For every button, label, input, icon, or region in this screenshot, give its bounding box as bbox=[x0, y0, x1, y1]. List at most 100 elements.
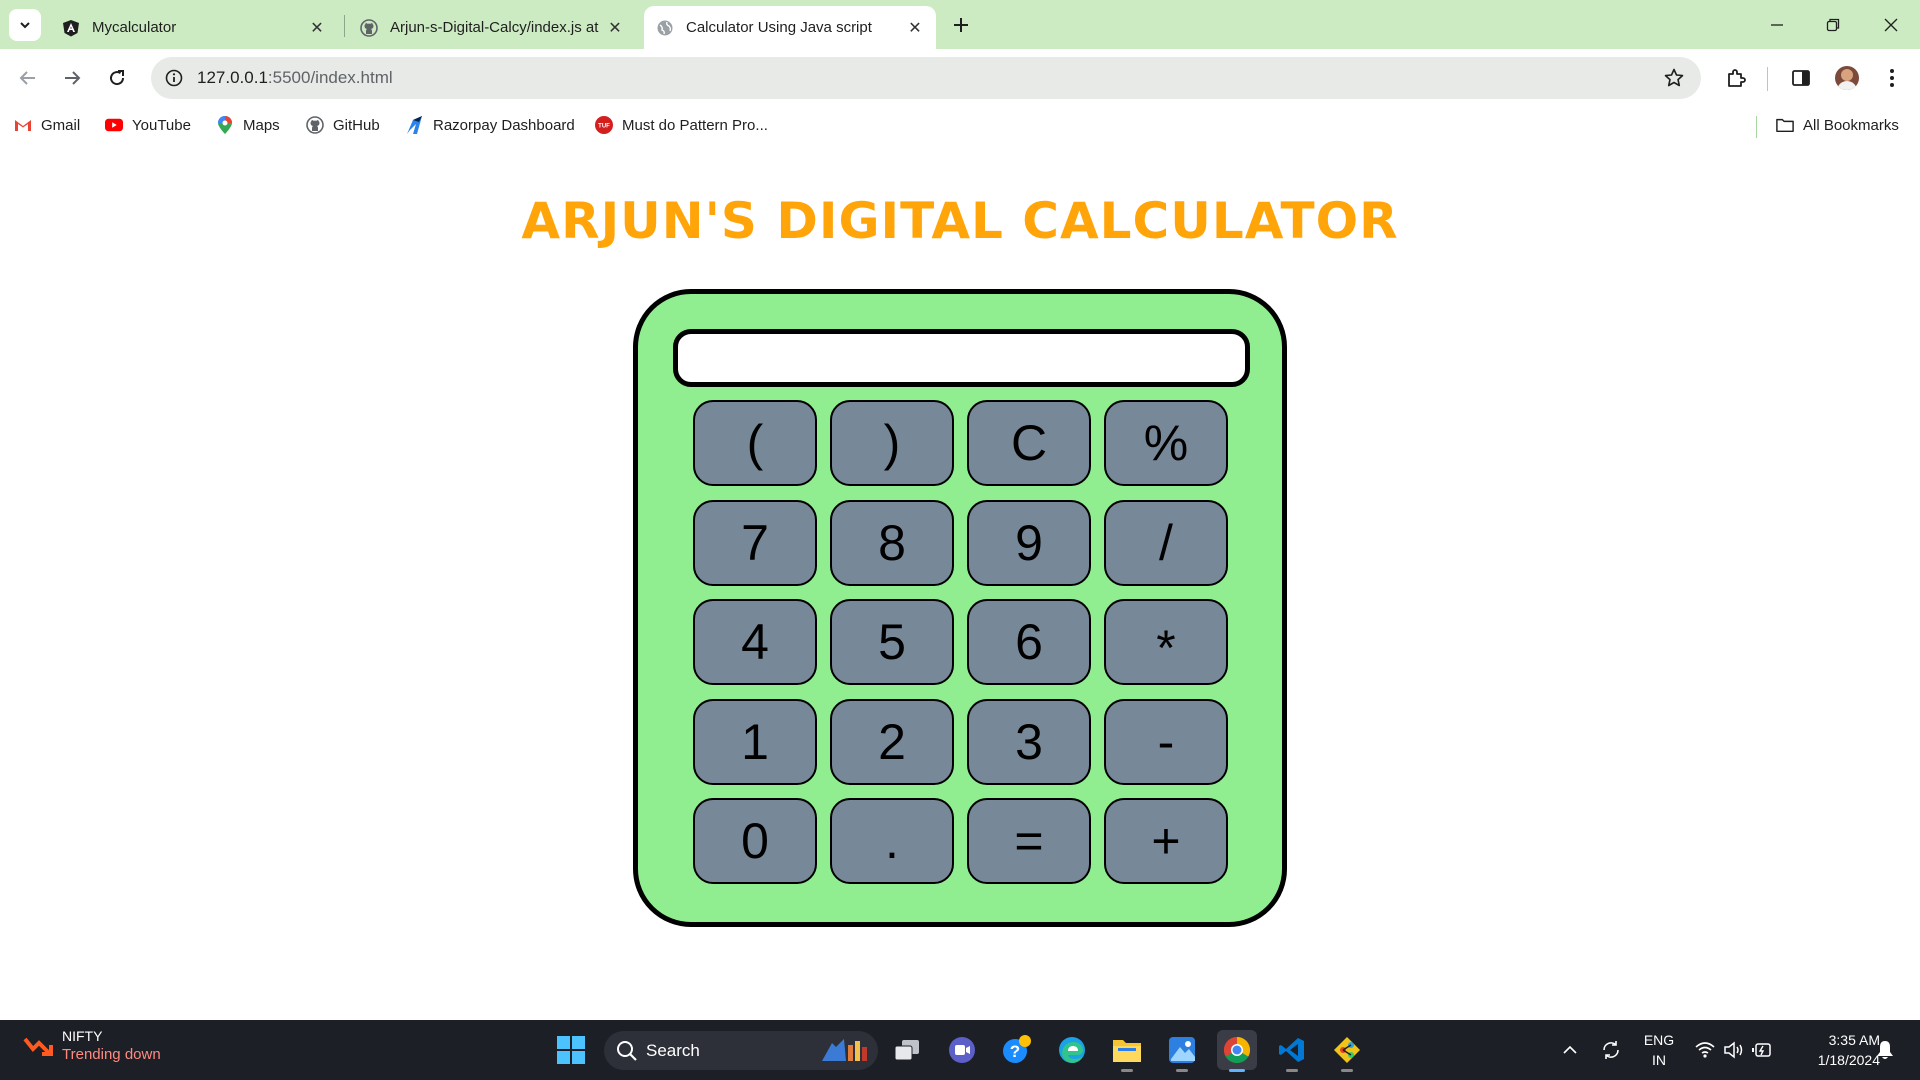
key-digit-8-button[interactable]: 8 bbox=[830, 499, 954, 586]
photos-button[interactable] bbox=[1162, 1030, 1202, 1072]
bookmark-star-icon[interactable] bbox=[1661, 65, 1687, 91]
tab-mycalculator[interactable]: Mycalculator ✕ bbox=[50, 6, 338, 49]
avatar bbox=[1835, 66, 1859, 90]
tab-calculator-js[interactable]: Calculator Using Java script ✕ bbox=[644, 6, 936, 49]
tab-search-button[interactable] bbox=[9, 9, 41, 41]
language-code: ENG bbox=[1643, 1032, 1675, 1048]
key-open-paren-button[interactable]: ( bbox=[693, 400, 817, 486]
more-vert-icon bbox=[1890, 69, 1894, 87]
extensions-button[interactable] bbox=[1720, 62, 1752, 94]
key-close-paren-button[interactable]: ) bbox=[830, 400, 954, 486]
back-button[interactable] bbox=[12, 62, 44, 94]
all-bookmarks-button[interactable]: All Bookmarks bbox=[1776, 114, 1899, 136]
key-divide-button[interactable]: / bbox=[1104, 499, 1228, 586]
clock-date: 1/18/2024 bbox=[1817, 1052, 1880, 1068]
task-view-button[interactable] bbox=[887, 1030, 927, 1070]
folder-icon bbox=[1776, 116, 1794, 134]
bookmark-label: YouTube bbox=[132, 116, 191, 134]
start-button[interactable] bbox=[551, 1030, 591, 1070]
teams-meet-button[interactable] bbox=[942, 1030, 982, 1070]
weather-widget[interactable]: NIFTY Trending down bbox=[22, 1028, 161, 1063]
running-indicator bbox=[1341, 1069, 1353, 1072]
key-digit-9-button[interactable]: 9 bbox=[967, 499, 1091, 586]
bookmark-label: Razorpay Dashboard bbox=[433, 116, 575, 134]
site-info-icon[interactable] bbox=[161, 65, 187, 91]
edge-button[interactable] bbox=[1052, 1030, 1092, 1070]
key-digit-7-button[interactable]: 7 bbox=[693, 499, 817, 586]
language-indicator[interactable]: ENG IN bbox=[1641, 1030, 1677, 1070]
calculator-display[interactable] bbox=[673, 329, 1250, 387]
tab-divider bbox=[344, 15, 345, 37]
forward-button[interactable] bbox=[56, 62, 88, 94]
notifications-button[interactable] bbox=[1873, 1032, 1897, 1068]
clock-time: 3:35 AM bbox=[1828, 1032, 1880, 1048]
photos-icon bbox=[1169, 1037, 1195, 1063]
bookmark-label: GitHub bbox=[333, 116, 380, 134]
key-digit-6-button[interactable]: 6 bbox=[967, 599, 1091, 685]
show-hidden-icons-button[interactable] bbox=[1558, 1032, 1582, 1068]
search-label: Search bbox=[646, 1040, 700, 1060]
github-icon bbox=[306, 116, 324, 134]
reload-button[interactable] bbox=[101, 62, 133, 94]
bookmark-maps[interactable]: Maps bbox=[216, 114, 280, 136]
windows-taskbar: NIFTY Trending down Search ? ENG IN 3:35… bbox=[0, 1020, 1920, 1080]
get-help-button[interactable]: ? bbox=[997, 1030, 1037, 1070]
video-chat-icon bbox=[949, 1037, 975, 1063]
arrow-left-icon bbox=[19, 71, 35, 85]
file-explorer-button[interactable] bbox=[1107, 1030, 1147, 1072]
key-digit-2-button[interactable]: 2 bbox=[830, 698, 954, 785]
gmail-icon bbox=[14, 116, 32, 134]
key-digit-5-button[interactable]: 5 bbox=[830, 599, 954, 685]
minimize-button[interactable] bbox=[1762, 10, 1792, 40]
close-icon[interactable]: ✕ bbox=[308, 19, 326, 37]
key-add-button[interactable]: + bbox=[1104, 798, 1228, 884]
bookmark-label: Must do Pattern Pro... bbox=[622, 116, 768, 134]
chrome-button[interactable] bbox=[1217, 1030, 1257, 1072]
url-text[interactable]: 127.0.0.1:5500/index.html bbox=[197, 68, 393, 88]
key-subtract-button[interactable]: - bbox=[1104, 698, 1228, 785]
bookmarks-bar: Gmail YouTube Maps GitHub Razorpay Dashb… bbox=[0, 108, 1920, 142]
bookmark-razorpay[interactable]: Razorpay Dashboard bbox=[406, 114, 575, 136]
key-digit-3-button[interactable]: 3 bbox=[967, 698, 1091, 785]
minimize-icon bbox=[1771, 24, 1783, 26]
tuf-icon: TUF bbox=[595, 116, 613, 134]
side-panel-icon bbox=[1792, 70, 1810, 86]
key-digit-1-button[interactable]: 1 bbox=[693, 698, 817, 785]
help-icon: ? bbox=[1003, 1035, 1031, 1063]
razorpay-icon bbox=[406, 116, 424, 134]
vscode-button[interactable] bbox=[1272, 1030, 1312, 1072]
bookmark-youtube[interactable]: YouTube bbox=[105, 114, 191, 136]
taskbar-search[interactable]: Search bbox=[604, 1031, 878, 1070]
network-volume-battery-button[interactable] bbox=[1692, 1032, 1776, 1068]
running-indicator bbox=[1176, 1069, 1188, 1072]
running-indicator bbox=[1286, 1069, 1298, 1072]
close-icon[interactable]: ✕ bbox=[906, 19, 924, 37]
git-client-button[interactable] bbox=[1327, 1030, 1367, 1072]
bookmark-gmail[interactable]: Gmail bbox=[14, 114, 80, 136]
key-digit-4-button[interactable]: 4 bbox=[693, 599, 817, 685]
close-icon[interactable]: ✕ bbox=[606, 19, 624, 37]
sync-status-button[interactable] bbox=[1598, 1032, 1624, 1068]
key-percent-button[interactable]: % bbox=[1104, 400, 1228, 486]
bookmark-must-do-pattern[interactable]: TUF Must do Pattern Pro... bbox=[595, 114, 768, 136]
chrome-icon bbox=[1223, 1036, 1251, 1064]
maps-icon bbox=[216, 116, 234, 134]
bookmark-github[interactable]: GitHub bbox=[306, 114, 380, 136]
key-equals-button[interactable]: = bbox=[967, 798, 1091, 884]
key-decimal-button[interactable]: . bbox=[830, 798, 954, 884]
key-clear-button[interactable]: C bbox=[967, 400, 1091, 486]
profile-button[interactable] bbox=[1831, 62, 1863, 94]
plus-icon bbox=[954, 18, 968, 32]
clock[interactable]: 3:35 AM 1/18/2024 bbox=[1790, 1030, 1880, 1070]
tab-github-index-js[interactable]: Arjun-s-Digital-Calcy/index.js at ✕ bbox=[348, 6, 636, 49]
close-window-button[interactable] bbox=[1876, 10, 1906, 40]
new-tab-button[interactable] bbox=[948, 12, 974, 38]
key-multiply-button[interactable]: * bbox=[1104, 599, 1228, 685]
restore-button[interactable] bbox=[1818, 10, 1848, 40]
side-panel-button[interactable] bbox=[1785, 62, 1817, 94]
menu-button[interactable] bbox=[1876, 62, 1908, 94]
address-bar[interactable]: 127.0.0.1:5500/index.html bbox=[151, 57, 1701, 99]
url-path: :5500/index.html bbox=[267, 68, 393, 87]
key-digit-0-button[interactable]: 0 bbox=[693, 798, 817, 884]
tab-title: Mycalculator bbox=[92, 19, 177, 36]
